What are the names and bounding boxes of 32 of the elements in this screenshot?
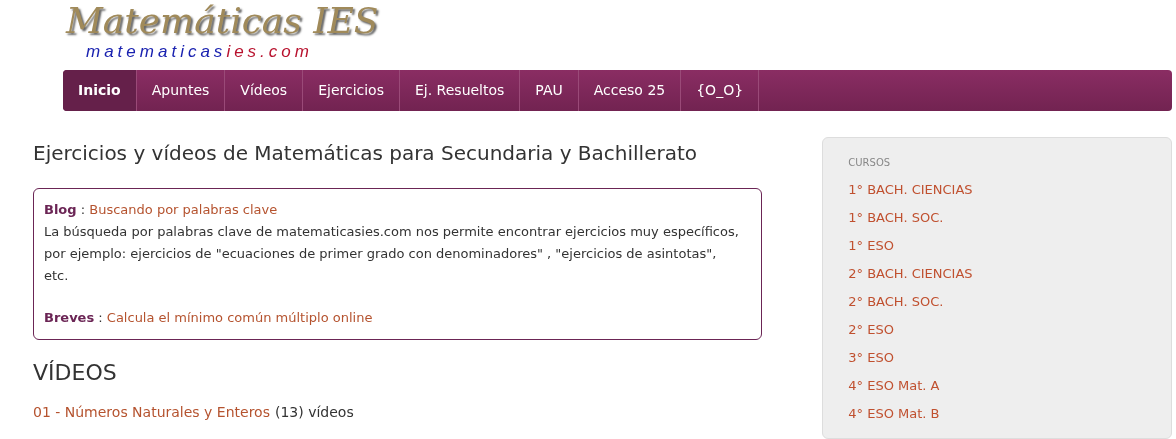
course-link[interactable]: 1° BACH. SOC. (848, 204, 1146, 232)
sidebar-title: CURSOS (848, 156, 892, 170)
breves-label: Breves (44, 309, 95, 327)
course-link[interactable]: 2° ESO (848, 316, 1146, 344)
nav-tab[interactable]: {O_O} (681, 70, 760, 111)
nav-tab[interactable]: Inicio (63, 70, 137, 111)
blog-label: Blog (44, 201, 77, 219)
course-link[interactable]: 3° ESO (848, 344, 1146, 372)
videos-heading: VÍDEOS (33, 359, 118, 387)
course-link[interactable]: 4° ESO Mat. A (848, 372, 1146, 400)
nav-tab[interactable]: PAU (520, 70, 579, 111)
breves-link[interactable]: Calcula el mínimo común múltiplo online (106, 307, 373, 329)
course-link[interactable]: 1° BACH. CIENCIAS (848, 176, 1146, 204)
site-logo-domain[interactable]: ies.com (226, 42, 313, 62)
nav-tab[interactable]: Apuntes (136, 70, 226, 111)
nav-tab[interactable]: Ejercicios (303, 70, 400, 111)
nav-tab[interactable]: Ej. Resueltos (400, 70, 521, 111)
video-category-link[interactable]: 01 - Números Naturales y Enteros (33, 402, 270, 423)
separator-text: : (97, 309, 104, 327)
nav-tab[interactable]: Acceso 25 (578, 70, 682, 111)
separator-text: : (79, 201, 87, 219)
course-link[interactable]: 2° BACH. CIENCIAS (848, 260, 1146, 288)
course-link[interactable]: 1° ESO (848, 232, 1146, 260)
site-logo-title[interactable]: Matemáticas IES (66, 0, 1176, 42)
course-link[interactable]: 4° ESO Mat. B (848, 400, 1146, 428)
blog-link[interactable]: Buscando por palabras clave (89, 199, 278, 221)
video-count: (13) vídeos (275, 403, 354, 422)
nav-tab[interactable]: Vídeos (225, 70, 304, 111)
page-heading: Ejercicios y vídeos de Matemáticas para Secundaria y Bachillerato (33, 140, 699, 167)
blog-text: La búsqueda por palabras clave de matematicasies.com nos permite encontrar ejercicios muy específicos, por ejemplo: ejercicios de "ecuaciones de primer grado con denominadores" , "ejercicios de asintotas", etc. (44, 223, 740, 285)
site-logo-domain[interactable]: matematicas (86, 42, 227, 62)
course-link[interactable]: 2° BACH. SOC. (848, 288, 1146, 316)
